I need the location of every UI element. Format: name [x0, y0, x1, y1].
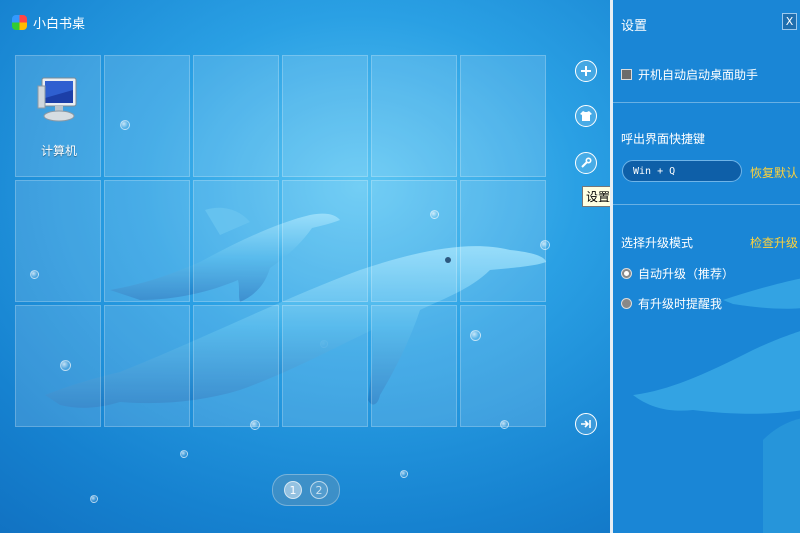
hotkey-input[interactable]: Win + Q [622, 160, 742, 182]
page-button-2[interactable]: 2 [310, 481, 328, 499]
grid-cell[interactable] [460, 55, 546, 177]
grid-cell[interactable] [282, 180, 368, 302]
radio-remind-upgrade[interactable] [621, 298, 632, 309]
upgrade-option-auto[interactable]: 自动升级（推荐） [621, 265, 734, 282]
app-logo-icon [12, 15, 27, 30]
reset-default-link[interactable]: 恢复默认 [750, 164, 798, 181]
exit-icon [581, 420, 591, 428]
desktop-window: 小白书桌 计算机 设置 1 2 设置 X 开机自动启动桌面助手 呼出界面快捷键 … [0, 0, 800, 533]
plus-icon [581, 66, 591, 76]
upgrade-mode-label: 选择升级模式 [621, 236, 694, 250]
grid-cell[interactable] [104, 55, 190, 177]
settings-panel: 设置 X 开机自动启动桌面助手 呼出界面快捷键 Win + Q 恢复默认 选择升… [610, 0, 800, 533]
close-button[interactable]: X [782, 13, 797, 30]
computer-icon [37, 77, 77, 122]
desktop-grid: 计算机 [15, 55, 546, 427]
grid-cell[interactable] [371, 180, 457, 302]
grid-cell[interactable] [193, 305, 279, 427]
exit-button[interactable] [575, 413, 597, 435]
upgrade-option-label: 自动升级（推荐） [638, 267, 735, 281]
autostart-label: 开机自动启动桌面助手 [638, 68, 759, 82]
grid-cell[interactable] [193, 180, 279, 302]
hotkey-label: 呼出界面快捷键 [621, 132, 706, 146]
grid-cell[interactable]: 计算机 [15, 55, 101, 177]
app-titlebar: 小白书桌 [12, 13, 85, 32]
autostart-checkbox[interactable] [621, 69, 632, 80]
grid-cell[interactable] [282, 55, 368, 177]
settings-button[interactable] [575, 152, 597, 174]
panel-dolphin-wallpaper [633, 278, 800, 533]
grid-cell[interactable] [371, 55, 457, 177]
grid-cell[interactable] [15, 305, 101, 427]
upgrade-option-remind[interactable]: 有升级时提醒我 [621, 295, 722, 312]
app-title: 小白书桌 [33, 17, 86, 32]
divider [613, 102, 800, 103]
grid-cell[interactable] [104, 305, 190, 427]
check-upgrade-link[interactable]: 检查升级 [750, 234, 798, 251]
grid-cell[interactable] [15, 180, 101, 302]
page-button-1[interactable]: 1 [284, 481, 302, 499]
grid-cell[interactable] [460, 180, 546, 302]
divider [613, 204, 800, 205]
skin-button[interactable] [575, 105, 597, 127]
desktop-icon-label: 计算机 [40, 144, 77, 158]
grid-cell[interactable] [104, 180, 190, 302]
grid-cell[interactable] [193, 55, 279, 177]
add-button[interactable] [575, 60, 597, 82]
shirt-icon [580, 111, 592, 121]
desktop-icon-computer[interactable]: 计算机 [16, 56, 102, 178]
grid-cell[interactable] [282, 305, 368, 427]
page-switcher: 1 2 [272, 474, 340, 506]
wrench-icon [581, 157, 592, 168]
grid-cell[interactable] [460, 305, 546, 427]
autostart-option[interactable]: 开机自动启动桌面助手 [621, 66, 758, 83]
grid-cell[interactable] [371, 305, 457, 427]
radio-auto-upgrade[interactable] [621, 268, 632, 279]
panel-title: 设置 [621, 19, 648, 34]
upgrade-option-label: 有升级时提醒我 [638, 297, 723, 311]
